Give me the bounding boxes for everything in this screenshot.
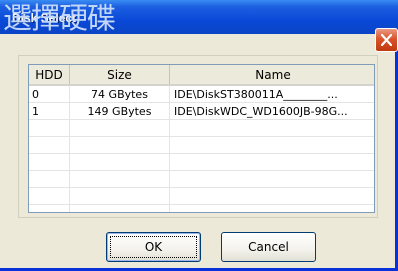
table-row-empty	[29, 170, 374, 188]
dialog-title-overlay: 選擇硬碟	[3, 1, 116, 35]
cell-hdd: 1	[29, 102, 70, 120]
cell-name: IDE\DiskST380011A________...	[169, 85, 374, 103]
column-header-name[interactable]: Name	[169, 65, 374, 86]
cell-size: 74 GBytes	[69, 85, 170, 103]
focus-ring	[110, 236, 197, 258]
close-button[interactable]	[375, 28, 398, 52]
cancel-button-label: Cancel	[248, 240, 289, 254]
cell-size: 149 GBytes	[69, 102, 170, 120]
ok-button[interactable]: OK	[106, 232, 201, 262]
cell-hdd: 0	[29, 85, 70, 103]
column-header-size[interactable]: Size	[69, 65, 170, 86]
table-row[interactable]: 1 149 GBytes IDE\DiskWDC_WD1600JB-98G...	[29, 102, 374, 120]
table-row[interactable]: 0 74 GBytes IDE\DiskST380011A________...	[29, 85, 374, 103]
cancel-button[interactable]: Cancel	[221, 232, 316, 262]
table-row-empty	[29, 187, 374, 205]
table-header-row: HDD Size Name	[29, 65, 374, 86]
column-header-hdd[interactable]: HDD	[29, 65, 70, 86]
close-icon	[381, 34, 392, 46]
disk-table: HDD Size Name 0 74 GBytes IDE\DiskST3800…	[29, 65, 374, 212]
disk-select-dialog: Disk Select 選擇硬碟 HDD Size Name 0 74 GByt…	[0, 0, 398, 271]
cell-name: IDE\DiskWDC_WD1600JB-98G...	[169, 102, 374, 120]
table-row-empty	[29, 136, 374, 154]
table-row-empty	[29, 119, 374, 137]
table-row-empty	[29, 153, 374, 171]
table-row-empty	[29, 204, 374, 212]
disk-list[interactable]: HDD Size Name 0 74 GBytes IDE\DiskST3800…	[28, 64, 375, 213]
